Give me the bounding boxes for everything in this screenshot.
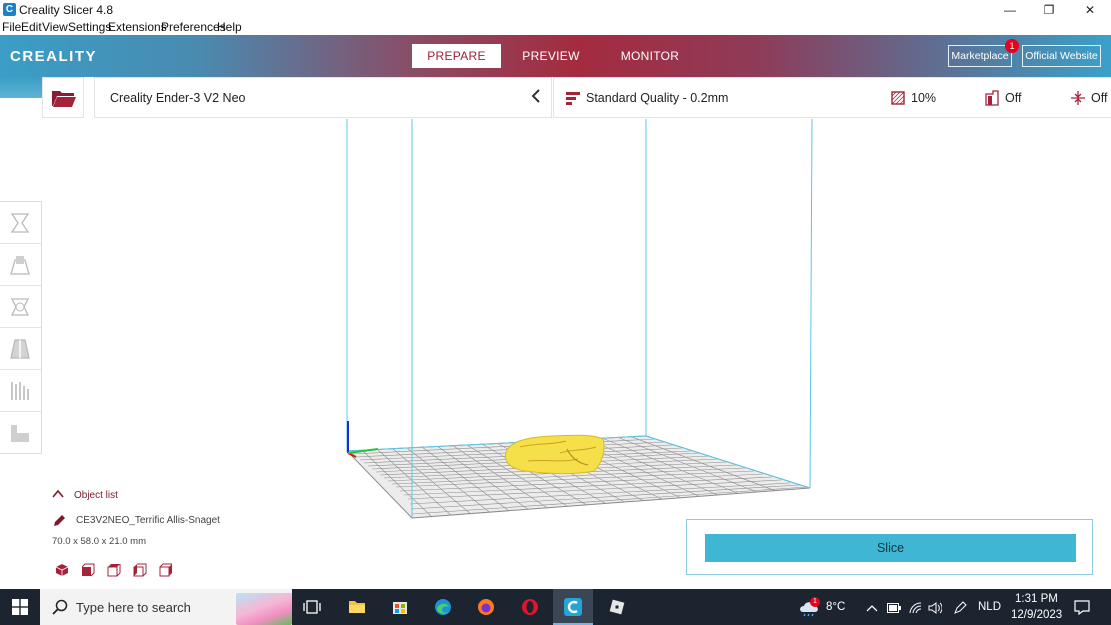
weather-badge: 1 bbox=[810, 597, 820, 607]
pen-icon[interactable] bbox=[953, 601, 967, 615]
menu-preferences[interactable]: Preferences bbox=[161, 20, 226, 35]
support-blocker-icon bbox=[11, 425, 29, 442]
view-3d-icon[interactable] bbox=[55, 563, 69, 577]
header-accent bbox=[0, 77, 42, 98]
weather-temperature[interactable]: 8°C bbox=[826, 601, 845, 613]
creality-app-icon: C bbox=[3, 3, 16, 16]
menu-bar: File Edit View Settings Extensions Prefe… bbox=[0, 20, 1111, 35]
open-file-button[interactable] bbox=[42, 77, 84, 118]
rotate-tool-button[interactable] bbox=[0, 286, 41, 328]
language-indicator[interactable]: NLD bbox=[978, 601, 1001, 613]
clock-date[interactable]: 12/9/2023 bbox=[1011, 609, 1062, 621]
opera-icon bbox=[522, 599, 538, 615]
menu-edit[interactable]: Edit bbox=[21, 20, 42, 35]
folder-icon bbox=[349, 601, 365, 613]
tool-panel bbox=[0, 201, 42, 454]
close-button[interactable]: ✕ bbox=[1069, 0, 1111, 20]
model-object[interactable] bbox=[504, 434, 605, 475]
move-icon bbox=[10, 213, 30, 233]
marketplace-button[interactable]: Marketplace bbox=[948, 45, 1012, 67]
marketplace-badge: 1 bbox=[1005, 39, 1019, 53]
support-value: Off bbox=[1005, 91, 1022, 105]
object-dimensions: 70.0 x 58.0 x 21.0 mm bbox=[52, 536, 146, 547]
view-left-icon[interactable] bbox=[133, 563, 147, 577]
object-name[interactable]: CE3V2NEO_Terrific Allis-Snaget bbox=[76, 515, 220, 526]
battery-icon[interactable] bbox=[887, 603, 901, 613]
tab-monitor[interactable]: MONITOR bbox=[612, 44, 688, 68]
search-placeholder: Type here to search bbox=[76, 600, 191, 615]
restore-button[interactable]: ❐ bbox=[1028, 0, 1070, 20]
clock-time[interactable]: 1:31 PM bbox=[1015, 593, 1058, 605]
chevron-left-icon[interactable] bbox=[531, 89, 541, 106]
adhesion-value: Off bbox=[1091, 91, 1108, 105]
taskbar-microsoft-store[interactable] bbox=[380, 589, 420, 625]
per-model-settings-icon bbox=[11, 382, 29, 400]
move-tool-button[interactable] bbox=[0, 202, 41, 244]
taskbar-edge[interactable] bbox=[423, 589, 463, 625]
tab-preview[interactable]: PREVIEW bbox=[514, 44, 588, 68]
notification-icon[interactable] bbox=[1074, 599, 1090, 615]
volume-icon[interactable] bbox=[928, 602, 942, 614]
wifi-icon[interactable] bbox=[908, 602, 922, 614]
taskbar-file-explorer[interactable] bbox=[337, 589, 377, 625]
taskbar-opera[interactable] bbox=[510, 589, 550, 625]
menu-settings[interactable]: Settings bbox=[68, 20, 111, 35]
search-icon bbox=[52, 599, 68, 615]
mirror-icon bbox=[10, 339, 30, 359]
quality-profile-label: Standard Quality - 0.2mm bbox=[586, 91, 729, 105]
tab-prepare[interactable]: PREPARE bbox=[412, 44, 501, 68]
menu-help[interactable]: Help bbox=[217, 20, 242, 35]
search-highlight-image bbox=[236, 593, 292, 625]
official-website-button[interactable]: Official Website bbox=[1022, 45, 1101, 67]
printer-name: Creality Ender-3 V2 Neo bbox=[110, 91, 246, 105]
taskbar-firefox[interactable] bbox=[466, 589, 506, 625]
roblox-icon bbox=[609, 599, 625, 615]
per-model-settings-button[interactable] bbox=[0, 370, 41, 412]
infill-value: 10% bbox=[911, 91, 937, 105]
scale-icon bbox=[10, 256, 30, 275]
pencil-icon bbox=[54, 515, 65, 526]
chevron-up-icon[interactable] bbox=[866, 604, 878, 612]
task-view-icon bbox=[303, 600, 321, 614]
quality-icon bbox=[566, 92, 580, 105]
chevron-up-icon[interactable] bbox=[52, 489, 64, 501]
view-front-icon[interactable] bbox=[81, 563, 95, 577]
object-list: Object list CE3V2NEO_Terrific Allis-Snag… bbox=[50, 489, 290, 585]
slice-panel: Slice bbox=[686, 519, 1093, 575]
object-list-header[interactable]: Object list bbox=[74, 490, 118, 501]
minimize-button[interactable]: — bbox=[989, 0, 1031, 20]
edge-icon bbox=[435, 599, 451, 615]
scale-tool-button[interactable] bbox=[0, 244, 41, 286]
view-top-icon[interactable] bbox=[107, 563, 121, 577]
window-title: Creality Slicer 4.8 bbox=[19, 3, 114, 17]
taskbar-creality-slicer[interactable] bbox=[553, 589, 593, 625]
windows-logo-icon bbox=[12, 599, 28, 615]
support-icon bbox=[985, 90, 999, 106]
printer-selector[interactable]: Creality Ender-3 V2 Neo bbox=[94, 77, 552, 118]
infill-icon bbox=[891, 91, 905, 105]
menu-file[interactable]: File bbox=[2, 20, 21, 35]
menu-view[interactable]: View bbox=[42, 20, 68, 35]
firefox-icon bbox=[478, 599, 494, 615]
title-bar: C Creality Slicer 4.8 — ❐ ✕ bbox=[0, 0, 1111, 20]
taskbar: Type here to search 1 8°C NLD 1:31 PM 12… bbox=[0, 589, 1111, 625]
adhesion-icon bbox=[1071, 91, 1085, 105]
task-view-button[interactable] bbox=[292, 589, 332, 625]
view-right-icon[interactable] bbox=[159, 563, 173, 577]
print-settings-bar[interactable]: Standard Quality - 0.2mm 10% Off Off bbox=[553, 77, 1111, 118]
menu-extensions[interactable]: Extensions bbox=[108, 20, 167, 35]
taskbar-search-box[interactable]: Type here to search bbox=[40, 589, 292, 625]
support-blocker-button[interactable] bbox=[0, 412, 41, 454]
mirror-tool-button[interactable] bbox=[0, 328, 41, 370]
creality-logo: CREALITY bbox=[10, 48, 97, 65]
slice-button[interactable]: Slice bbox=[705, 534, 1076, 562]
taskbar-roblox[interactable] bbox=[597, 589, 637, 625]
creality-slicer-icon bbox=[564, 598, 582, 616]
folder-open-icon bbox=[52, 91, 76, 107]
store-icon bbox=[393, 602, 407, 614]
taskbar-app-slot[interactable] bbox=[640, 589, 680, 625]
start-button[interactable] bbox=[0, 589, 40, 625]
rotate-icon bbox=[10, 298, 30, 316]
